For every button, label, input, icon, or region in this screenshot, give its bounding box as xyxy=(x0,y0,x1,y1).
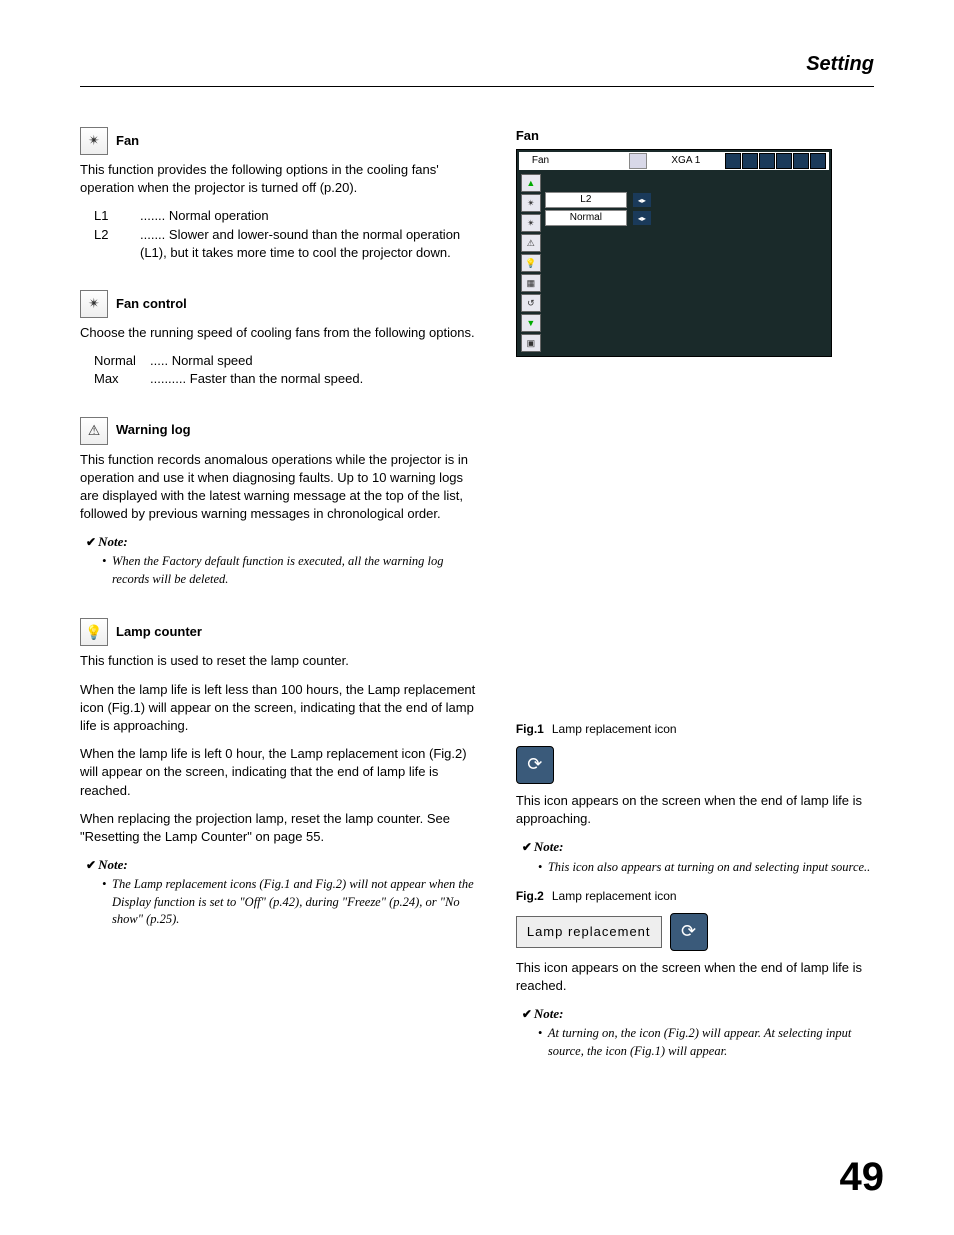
fig2-note: •At turning on, the icon (Fig.2) will ap… xyxy=(538,1025,874,1060)
osd-top-icon xyxy=(742,153,758,169)
fan-control-title: Fan control xyxy=(116,295,187,313)
osd-arrow-icon: ◂▸ xyxy=(633,211,651,225)
osd-screenshot: Fan XGA 1 ▲ ✴ xyxy=(516,149,832,357)
osd-value-normal: Normal xyxy=(545,210,627,226)
lamp-counter-p2: When the lamp life is left less than 100… xyxy=(80,681,476,736)
lamp-counter-note: •The Lamp replacement icons (Fig.1 and F… xyxy=(102,876,476,929)
fig1-note: •This icon also appears at turning on an… xyxy=(538,859,874,877)
osd-mode: XGA 1 xyxy=(651,154,721,168)
fig2-desc: This icon appears on the screen when the… xyxy=(516,959,874,995)
warning-icon: ⚠ xyxy=(80,417,108,445)
osd-warning-icon: ⚠ xyxy=(521,234,541,252)
lamp-replacement-box: Lamp replacement xyxy=(516,916,662,948)
fig1-label: Fig.1Lamp replacement icon xyxy=(516,721,874,738)
fig1-desc: This icon appears on the screen when the… xyxy=(516,792,874,828)
osd-lamp-icon: 💡 xyxy=(521,254,541,272)
fan-title: Fan xyxy=(116,132,139,150)
fan-control-icon: ✴ xyxy=(80,290,108,318)
osd-up-icon: ▲ xyxy=(521,174,541,192)
osd-top-icon xyxy=(810,153,826,169)
header-rule xyxy=(80,86,874,87)
fan-off-icon: ✴ xyxy=(80,127,108,155)
osd-top-icon xyxy=(725,153,741,169)
fan-option-key: L1 xyxy=(94,207,140,225)
warning-log-desc: This function records anomalous operatio… xyxy=(80,451,476,524)
note-label: Note: xyxy=(522,1005,874,1023)
osd-down-icon: ▼ xyxy=(521,314,541,332)
lamp-replacement-icon: ⟳ xyxy=(516,746,554,784)
note-label: Note: xyxy=(86,856,476,874)
lamp-counter-p4: When replacing the projection lamp, rese… xyxy=(80,810,476,846)
osd-fan-icon: ✴ xyxy=(521,214,541,232)
osd-top-icon xyxy=(793,153,809,169)
fan-option-key: L2 xyxy=(94,226,140,262)
fan-control-desc: Choose the running speed of cooling fans… xyxy=(80,324,476,342)
lamp-counter-p1: This function is used to reset the lamp … xyxy=(80,652,476,670)
fan-options: L1 ....... Normal operation L2 ....... S… xyxy=(94,207,476,262)
osd-mini-icon xyxy=(629,153,647,169)
note-label: Note: xyxy=(522,838,874,856)
warning-note: •When the Factory default function is ex… xyxy=(102,553,476,588)
lamp-counter-title: Lamp counter xyxy=(116,623,202,641)
page-header-title: Setting xyxy=(80,50,874,78)
osd-item-icon: ↺ xyxy=(521,294,541,312)
lamp-replacement-icon: ⟳ xyxy=(670,913,708,951)
lamp-counter-p3: When the lamp life is left 0 hour, the L… xyxy=(80,745,476,800)
osd-value-l2: L2 xyxy=(545,192,627,208)
osd-fan-icon: ✴ xyxy=(521,194,541,212)
lamp-counter-icon: 💡 xyxy=(80,618,108,646)
osd-top-label: Fan xyxy=(522,154,625,168)
page-number: 49 xyxy=(840,1149,885,1205)
fan-desc: This function provides the following opt… xyxy=(80,161,476,197)
osd-top-icon xyxy=(759,153,775,169)
osd-item-icon: ▦ xyxy=(521,274,541,292)
fan-control-option-key: Max xyxy=(94,370,150,388)
fan-control-options: Normal ..... Normal speed Max ..........… xyxy=(94,352,476,388)
fan-control-option-key: Normal xyxy=(94,352,150,370)
osd-top-icon xyxy=(776,153,792,169)
warning-log-title: Warning log xyxy=(116,421,191,439)
osd-title: Fan xyxy=(516,127,874,145)
osd-exit-icon: ▣ xyxy=(521,334,541,352)
osd-arrow-icon: ◂▸ xyxy=(633,193,651,207)
note-label: Note: xyxy=(86,533,476,551)
fig2-label: Fig.2Lamp replacement icon xyxy=(516,888,874,905)
